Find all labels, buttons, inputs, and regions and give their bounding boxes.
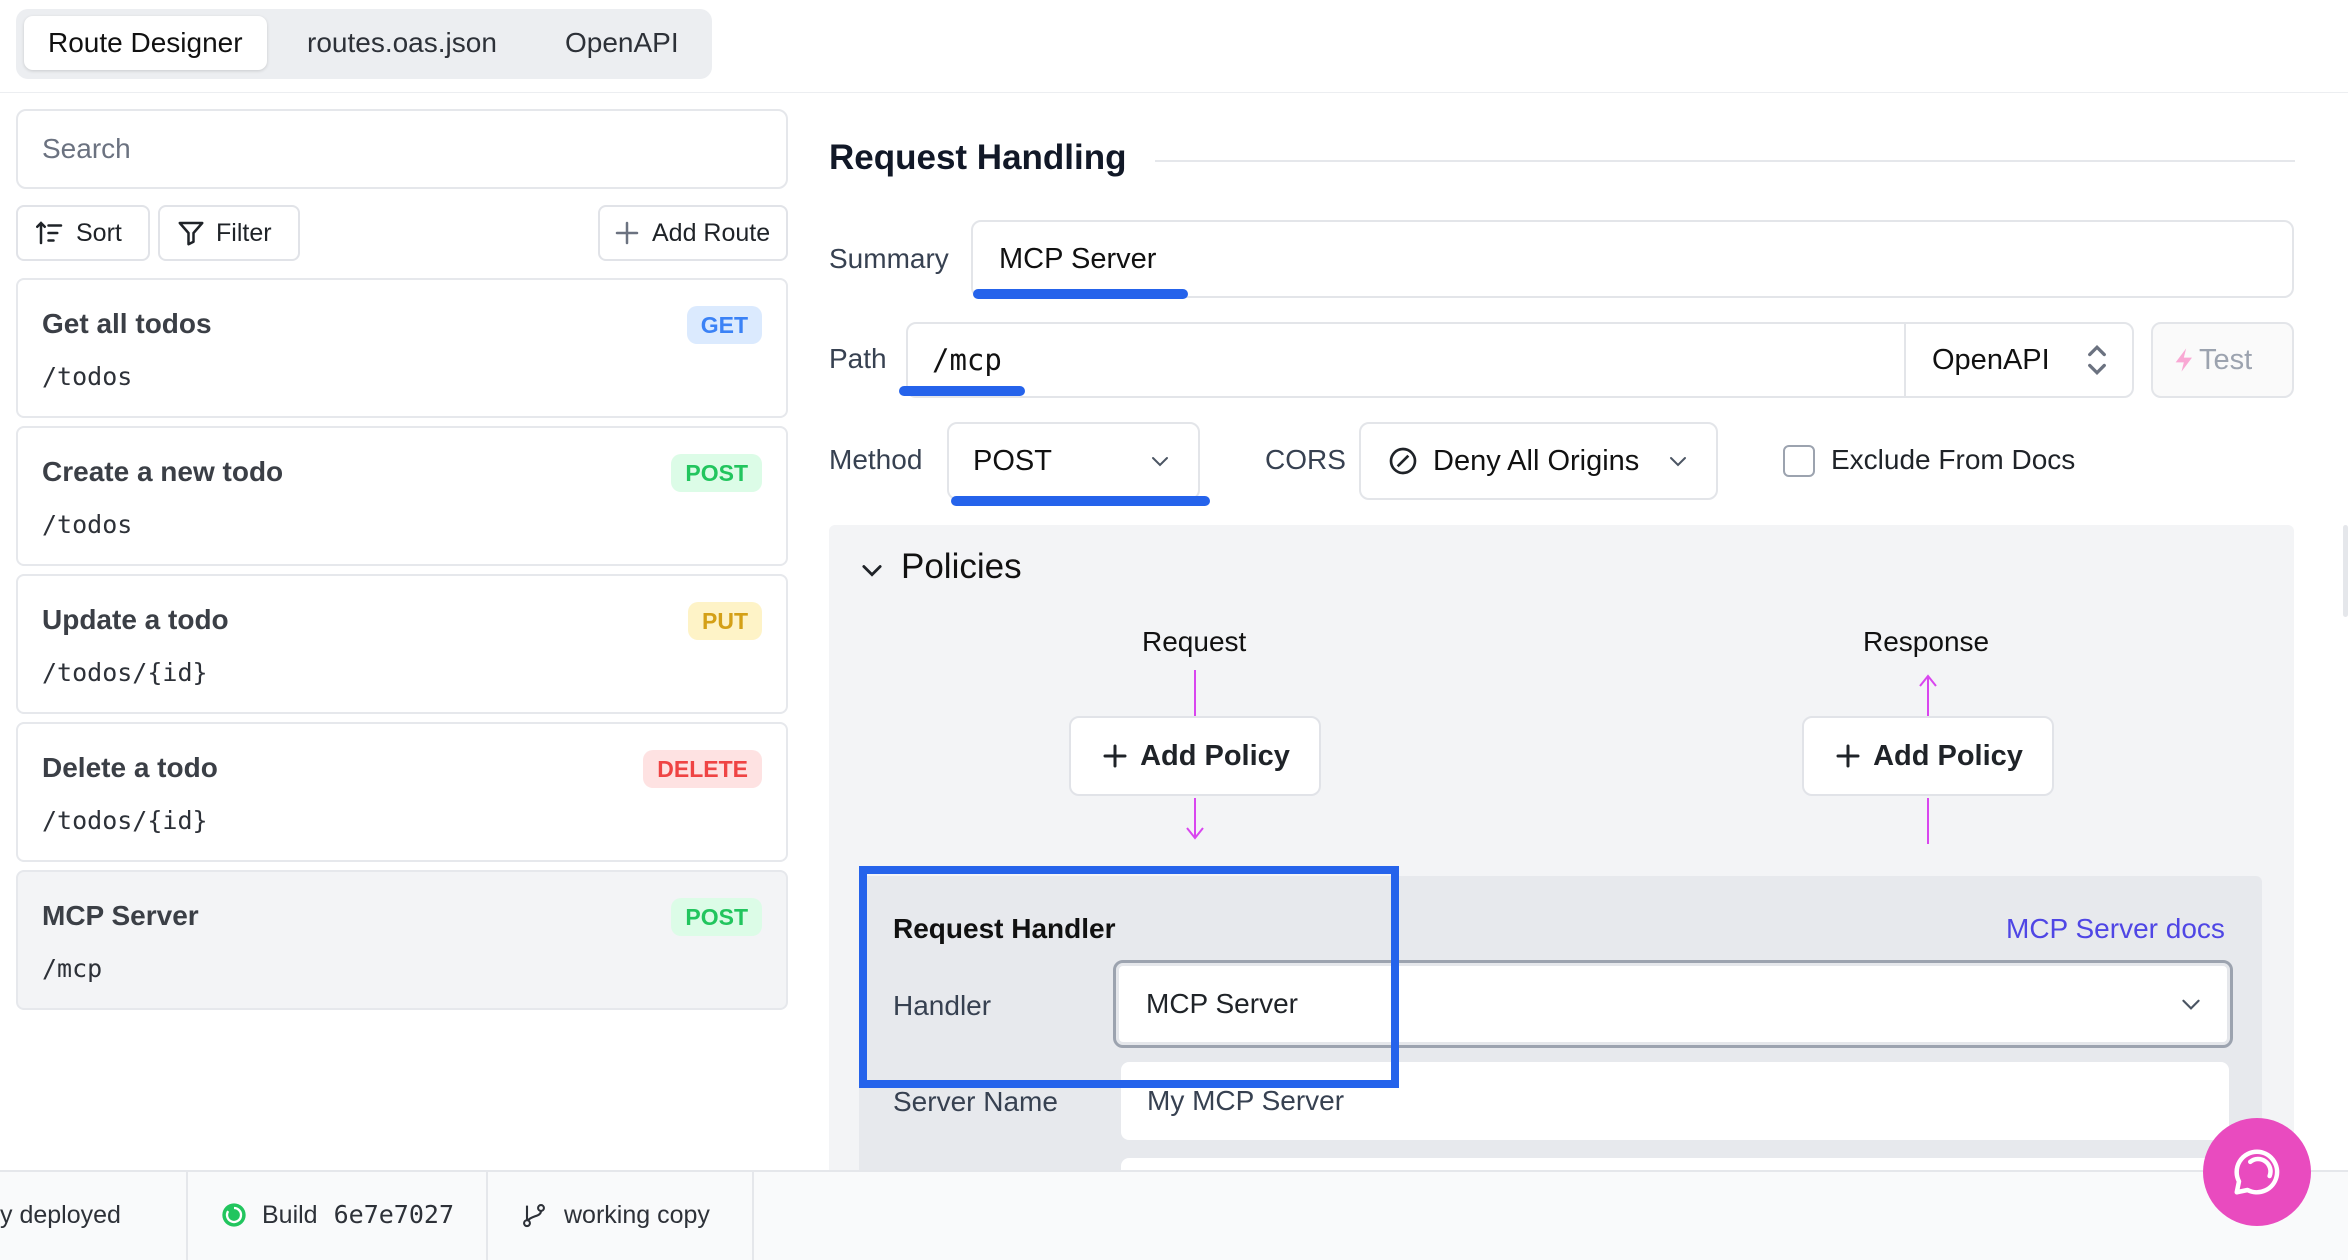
response-label: Response: [1863, 626, 1990, 657]
method-badge: DELETE: [643, 750, 762, 788]
add-policy-label: Add Policy: [1873, 739, 2023, 772]
chat-support-button[interactable]: [2203, 1118, 2311, 1226]
section-title: Request Handling: [829, 138, 1127, 177]
path-format-select[interactable]: OpenAPI: [1904, 322, 2134, 398]
route-title: Get all todos: [42, 308, 212, 339]
build-hash: 6e7e7027: [333, 1200, 455, 1229]
filter-button[interactable]: Filter: [158, 205, 300, 261]
route-title: Create a new todo: [42, 456, 284, 487]
plus-icon: [1836, 744, 1860, 768]
test-label: Test: [2199, 343, 2253, 376]
path-input[interactable]: /mcp: [906, 322, 1906, 398]
response-arrow-bottom: [1927, 798, 1929, 844]
cors-value: Deny All Origins: [1433, 444, 1640, 477]
chat-bubble-icon: [2234, 1149, 2280, 1195]
route-path: /todos/{id}: [42, 806, 208, 835]
build-success-icon: [222, 1203, 246, 1227]
method-badge: POST: [671, 454, 762, 492]
exclude-from-docs-label: Exclude From Docs: [1831, 444, 2076, 475]
test-button[interactable]: Test: [2151, 322, 2294, 398]
route-card-update-todo[interactable]: Update a todo /todos/{id} PUT: [16, 574, 788, 714]
policies-title[interactable]: Policies: [901, 547, 1022, 587]
branch-name: working copy: [564, 1201, 710, 1229]
summary-underline: [973, 289, 1188, 299]
route-search-input[interactable]: Search: [16, 109, 788, 189]
path-underline: [899, 386, 1025, 396]
plus-icon: [1103, 744, 1127, 768]
add-request-policy-button[interactable]: Add Policy: [1069, 716, 1321, 796]
filter-label: Filter: [216, 219, 272, 247]
method-badge: POST: [671, 898, 762, 936]
tab-routes-oas-json[interactable]: routes.oas.json: [283, 16, 521, 70]
deploy-status: y deployed: [0, 1201, 121, 1229]
highlight-annotation: [859, 866, 1399, 1088]
deny-circle-icon: [1389, 447, 1417, 475]
branch-status[interactable]: working copy: [520, 1170, 710, 1260]
status-separator: [486, 1170, 488, 1260]
sort-label: Sort: [76, 219, 122, 247]
method-select[interactable]: POST: [947, 422, 1200, 500]
status-separator: [752, 1170, 754, 1260]
route-path: /todos: [42, 362, 133, 391]
exclude-from-docs-checkbox[interactable]: [1783, 445, 1815, 477]
tab-openapi[interactable]: OpenAPI: [541, 16, 703, 70]
up-down-chevron-icon: [2088, 344, 2106, 376]
chevron-down-icon: [1152, 457, 1168, 467]
status-separator: [186, 1170, 188, 1260]
method-value: POST: [973, 444, 1052, 477]
add-policy-label: Add Policy: [1140, 739, 1290, 772]
chevron-down-icon: [2182, 999, 2200, 1010]
summary-label: Summary: [829, 243, 949, 274]
response-arrow-top: [1927, 676, 1929, 716]
chevron-down-icon[interactable]: [858, 556, 886, 584]
summary-input[interactable]: MCP Server: [971, 220, 2294, 298]
route-path: /mcp: [42, 954, 103, 983]
sort-icon: [36, 221, 63, 245]
add-route-button[interactable]: Add Route: [598, 205, 788, 261]
route-title: Update a todo: [42, 604, 229, 635]
route-card-get-all-todos[interactable]: Get all todos /todos GET: [16, 278, 788, 418]
request-label: Request: [1142, 626, 1247, 657]
chevron-down-icon: [1670, 457, 1686, 467]
build-status[interactable]: Build 6e7e7027: [220, 1170, 454, 1260]
route-card-delete-todo[interactable]: Delete a todo /todos/{id} DELETE: [16, 722, 788, 862]
server-name-label: Server Name: [893, 1086, 1058, 1117]
header-divider: [0, 92, 2348, 93]
add-response-policy-button[interactable]: Add Policy: [1802, 716, 2054, 796]
mcp-server-docs-link[interactable]: MCP Server docs: [2006, 913, 2225, 945]
section-divider: [1155, 160, 2295, 162]
route-path: /todos: [42, 510, 133, 539]
request-arrow-top: [1194, 670, 1196, 716]
filter-icon: [178, 221, 204, 246]
path-label: Path: [829, 343, 887, 374]
lightning-icon: [2175, 348, 2192, 372]
build-label: Build: [262, 1201, 318, 1229]
git-branch-icon: [523, 1204, 545, 1228]
cors-select[interactable]: Deny All Origins: [1359, 422, 1718, 500]
method-label: Method: [829, 444, 923, 475]
method-badge: GET: [686, 306, 762, 344]
add-route-label: Add Route: [652, 219, 771, 247]
plus-icon: [615, 221, 639, 245]
route-title: MCP Server: [42, 900, 199, 931]
sort-button[interactable]: Sort: [16, 205, 150, 261]
arrow-down-icon: [1186, 827, 1204, 840]
scrollbar-thumb[interactable]: [2343, 525, 2348, 617]
method-underline: [951, 496, 1210, 506]
route-card-mcp-server[interactable]: MCP Server /mcp POST: [16, 870, 788, 1010]
cors-label: CORS: [1265, 444, 1346, 475]
method-badge: PUT: [688, 602, 762, 640]
route-title: Delete a todo: [42, 752, 218, 783]
route-path: /todos/{id}: [42, 658, 208, 687]
path-format-value: OpenAPI: [1932, 343, 2050, 376]
tab-route-designer[interactable]: Route Designer: [24, 16, 267, 70]
route-card-create-todo[interactable]: Create a new todo /todos POST: [16, 426, 788, 566]
